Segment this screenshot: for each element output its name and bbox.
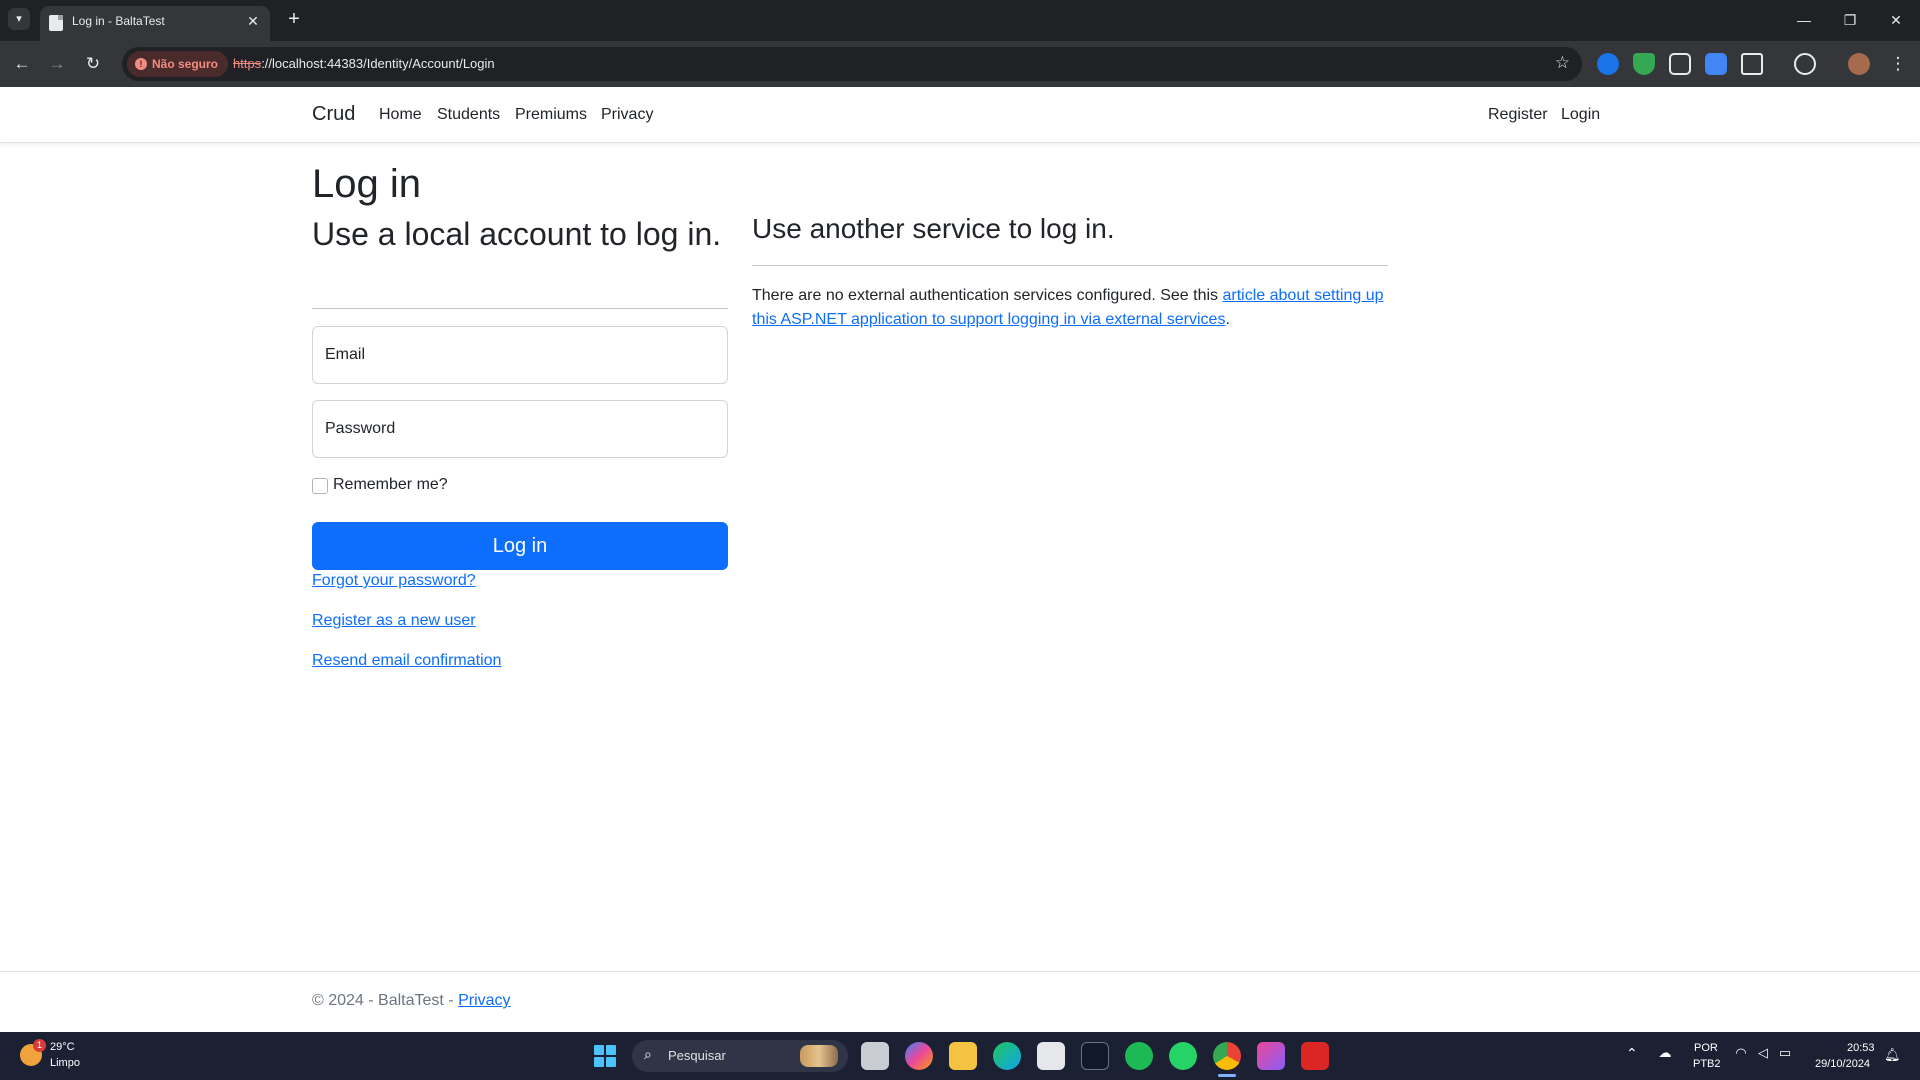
back-arrow-icon[interactable]: ←	[10, 52, 34, 76]
login-button[interactable]: Log in	[312, 522, 728, 570]
url-scheme: https	[233, 56, 262, 71]
security-label: Não seguro	[152, 57, 219, 71]
site-navbar: Crud Home Students Premiums Privacy Regi…	[0, 87, 1920, 143]
chrome-icon[interactable]	[1213, 1042, 1241, 1070]
forward-arrow-icon[interactable]: →	[45, 52, 69, 76]
nav-students[interactable]: Students	[437, 106, 500, 124]
divider	[312, 308, 728, 309]
external-text-after: .	[1225, 311, 1230, 328]
navbar-brand[interactable]: Crud	[312, 103, 355, 126]
windows-start-icon[interactable]	[594, 1045, 616, 1067]
password-input[interactable]	[313, 401, 727, 457]
nav-home[interactable]: Home	[379, 106, 422, 124]
copilot-icon[interactable]	[905, 1042, 933, 1070]
warning-icon: !	[135, 58, 147, 70]
app-icon[interactable]	[1257, 1042, 1285, 1070]
password-field[interactable]	[312, 400, 728, 458]
web-page: Crud Home Students Premiums Privacy Regi…	[0, 87, 1920, 1032]
resend-confirmation-link[interactable]: Resend email confirmation	[312, 652, 501, 670]
active-app-indicator	[1218, 1074, 1236, 1077]
weather-alert-badge: 1	[33, 1039, 46, 1052]
taskbar-search[interactable]: ⌕ Pesquisar	[632, 1040, 848, 1072]
tab-close-icon[interactable]: ✕	[244, 12, 262, 30]
reload-icon[interactable]: ↻	[81, 52, 105, 76]
register-new-user-link[interactable]: Register as a new user	[312, 612, 476, 630]
weather-condition[interactable]: Limpo	[50, 1057, 80, 1069]
page-favicon-icon	[49, 15, 63, 31]
nav-premiums[interactable]: Premiums	[515, 106, 587, 124]
spotify-icon[interactable]	[1125, 1042, 1153, 1070]
battery-icon[interactable]: ▭	[1777, 1046, 1793, 1060]
extension-docs-icon[interactable]	[1705, 53, 1727, 75]
browser-toolbar: ← → ↻ ! Não seguro https://localhost:443…	[0, 41, 1920, 87]
wifi-icon[interactable]: ◠	[1733, 1046, 1749, 1060]
footer-privacy-link[interactable]: Privacy	[458, 992, 510, 1009]
external-text-before: There are no external authentication ser…	[752, 287, 1223, 304]
minimize-icon[interactable]: —	[1789, 8, 1819, 32]
tab-search-chevron-icon[interactable]: ▾	[8, 8, 30, 30]
external-login-heading: Use another service to log in.	[752, 213, 1115, 244]
remember-me-label[interactable]: Remember me?	[333, 476, 448, 494]
file-explorer-icon[interactable]	[949, 1042, 977, 1070]
onedrive-cloud-icon[interactable]: ☁	[1657, 1046, 1673, 1060]
search-icon: ⌕	[644, 1046, 652, 1062]
nav-login[interactable]: Login	[1561, 106, 1600, 124]
new-tab-plus-icon[interactable]: +	[282, 7, 306, 31]
bookmark-star-icon[interactable]: ☆	[1555, 53, 1570, 73]
weather-temperature[interactable]: 29°C	[50, 1041, 75, 1053]
tab-title: Log in - BaltaTest	[72, 14, 165, 28]
input-language[interactable]: POR	[1694, 1042, 1718, 1054]
clock-time[interactable]: 20:53	[1847, 1042, 1875, 1054]
nav-privacy[interactable]: Privacy	[601, 106, 653, 124]
whatsapp-icon[interactable]	[1169, 1042, 1197, 1070]
browser-tabstrip: ▾ Log in - BaltaTest ✕ + — ❐ ✕	[0, 0, 1920, 41]
local-account-heading: Use a local account to log in.	[312, 216, 722, 252]
nav-register[interactable]: Register	[1488, 106, 1548, 124]
volume-icon[interactable]: ◁	[1755, 1046, 1771, 1060]
rider-icon[interactable]	[1301, 1042, 1329, 1070]
terminal-icon[interactable]	[1081, 1042, 1109, 1070]
keyboard-layout[interactable]: PTB2	[1693, 1058, 1721, 1070]
edge-icon[interactable]	[993, 1042, 1021, 1070]
url-text[interactable]: https://localhost:44383/Identity/Account…	[233, 56, 495, 71]
extension-shield-icon[interactable]	[1633, 53, 1655, 75]
extensions-puzzle-icon[interactable]	[1741, 53, 1763, 75]
email-input[interactable]	[313, 327, 727, 383]
search-placeholder: Pesquisar	[668, 1048, 726, 1063]
store-icon[interactable]	[1037, 1042, 1065, 1070]
address-bar[interactable]: ! Não seguro https://localhost:44383/Ide…	[122, 47, 1582, 81]
extension-shazam-icon[interactable]	[1597, 53, 1619, 75]
footer-text: © 2024 - BaltaTest - Privacy	[312, 992, 511, 1010]
page-title: Log in	[312, 162, 421, 206]
copyright-text: © 2024 - BaltaTest -	[312, 992, 459, 1009]
window-close-icon[interactable]: ✕	[1881, 8, 1911, 32]
clock-date[interactable]: 29/10/2024	[1815, 1058, 1870, 1070]
restore-icon[interactable]: ❐	[1835, 8, 1865, 32]
email-field[interactable]	[312, 326, 728, 384]
browser-menu-icon[interactable]: ⋮	[1886, 52, 1910, 76]
security-indicator[interactable]: ! Não seguro	[127, 51, 229, 77]
extension-window-icon[interactable]	[1669, 53, 1691, 75]
windows-taskbar: 1 29°C Limpo ⌕ Pesquisar ⌃ ☁ POR PTB2 ◠ …	[0, 1032, 1920, 1080]
url-path: ://localhost:44383/Identity/Account/Logi…	[261, 56, 495, 71]
tray-overflow-chevron-icon[interactable]: ⌃	[1626, 1045, 1638, 1062]
external-auth-text: There are no external authentication ser…	[752, 284, 1392, 332]
divider	[752, 265, 1388, 266]
site-footer: © 2024 - BaltaTest - Privacy	[0, 971, 1920, 1032]
media-capture-icon[interactable]	[1794, 53, 1816, 75]
profile-avatar[interactable]	[1848, 53, 1870, 75]
search-highlight-image	[800, 1045, 838, 1067]
notification-bell-icon[interactable]: 🔔︎	[1884, 1047, 1901, 1063]
browser-tab[interactable]: Log in - BaltaTest ✕	[40, 6, 270, 41]
task-view-icon[interactable]	[861, 1042, 889, 1070]
remember-me-checkbox[interactable]	[312, 478, 328, 494]
forgot-password-link[interactable]: Forgot your password?	[312, 572, 476, 590]
